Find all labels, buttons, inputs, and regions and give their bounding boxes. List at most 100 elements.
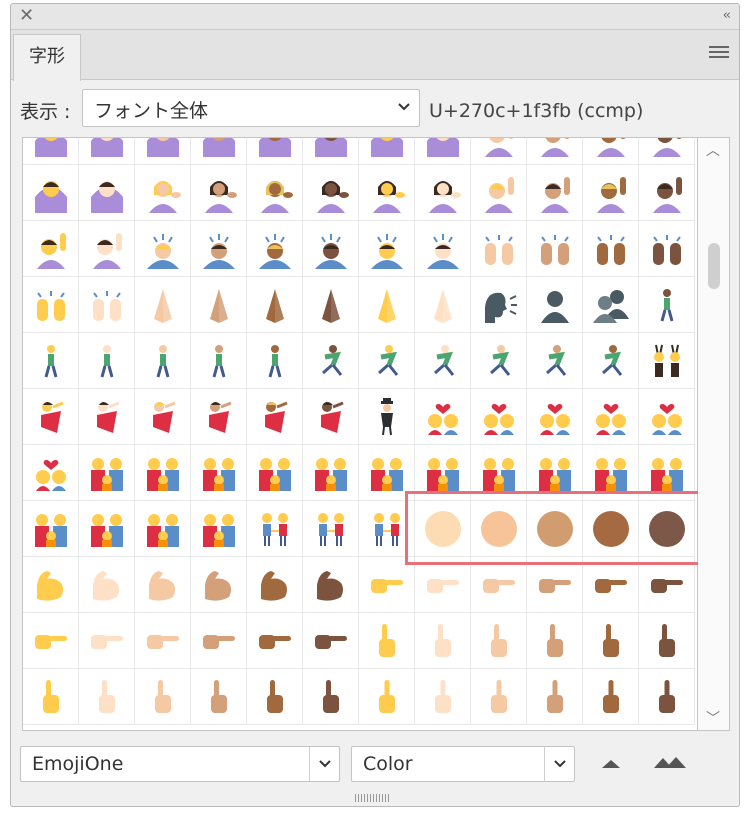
show-select[interactable]: フォント全体	[82, 89, 420, 127]
glyph-point-up[interactable]	[191, 669, 247, 725]
glyph-kiss-couple[interactable]	[23, 445, 79, 501]
glyph-walker[interactable]	[191, 333, 247, 389]
glyph-family[interactable]	[79, 445, 135, 501]
glyph-point-up[interactable]	[135, 669, 191, 725]
zoom-in-icon[interactable]	[653, 755, 687, 769]
glyph-family[interactable]	[23, 501, 79, 557]
glyph-point-right[interactable]	[191, 613, 247, 669]
glyph-raise-hand[interactable]	[23, 221, 79, 277]
glyph-point-right[interactable]	[79, 613, 135, 669]
glyph-dancer[interactable]	[303, 389, 359, 445]
glyph-point-up[interactable]	[79, 669, 135, 725]
glyph-point-up[interactable]	[303, 669, 359, 725]
glyph-holding-hands[interactable]	[303, 501, 359, 557]
glyph-raise-hand[interactable]	[583, 165, 639, 221]
glyph-dancer[interactable]	[135, 389, 191, 445]
glyph-walker[interactable]	[639, 277, 695, 333]
glyph-tipping-hand[interactable]	[303, 165, 359, 221]
glyph-tipping-hand[interactable]	[191, 165, 247, 221]
glyph-gesture-ok[interactable]	[303, 138, 359, 165]
glyph-point-up[interactable]	[359, 613, 415, 669]
glyph-walker[interactable]	[23, 333, 79, 389]
glyph-bow[interactable]	[135, 221, 191, 277]
glyph-woman-purple[interactable]	[79, 138, 135, 165]
glyph-point-right[interactable]	[359, 557, 415, 613]
glyph-runner[interactable]	[359, 333, 415, 389]
glyph-raise-hand[interactable]	[639, 138, 695, 165]
glyph-point-right[interactable]	[583, 557, 639, 613]
glyph-point-right[interactable]	[527, 557, 583, 613]
glyph-point-up[interactable]	[247, 669, 303, 725]
tab-glyphs[interactable]: 字形	[13, 34, 81, 81]
glyph-bow[interactable]	[191, 221, 247, 277]
glyph-bunnies[interactable]	[639, 333, 695, 389]
glyph-kiss-couple[interactable]	[415, 389, 471, 445]
glyph-point-up[interactable]	[23, 669, 79, 725]
glyph-point-up[interactable]	[471, 613, 527, 669]
glyph-raised-hands[interactable]	[23, 277, 79, 333]
glyph-raise-hand[interactable]	[471, 165, 527, 221]
glyph-point-up[interactable]	[415, 613, 471, 669]
glyph-kiss-couple[interactable]	[527, 389, 583, 445]
glyph-middle-finger[interactable]	[415, 669, 471, 725]
close-icon[interactable]: ✕	[19, 6, 34, 26]
glyph-raised-hands[interactable]	[639, 221, 695, 277]
panel-menu-icon[interactable]	[709, 46, 729, 60]
glyph-point-up[interactable]	[527, 613, 583, 669]
glyph-walker[interactable]	[79, 333, 135, 389]
glyph-family[interactable]	[247, 445, 303, 501]
glyph-point-right[interactable]	[247, 613, 303, 669]
scroll-up-icon[interactable]: ︿	[706, 140, 720, 160]
style-select[interactable]: Color	[351, 746, 575, 782]
glyph-middle-finger[interactable]	[359, 669, 415, 725]
glyph-family[interactable]	[191, 445, 247, 501]
glyph-runner[interactable]	[471, 333, 527, 389]
glyph-runner[interactable]	[303, 333, 359, 389]
glyph-levitate[interactable]	[359, 389, 415, 445]
glyph-raise-hand[interactable]	[527, 138, 583, 165]
glyph-bow[interactable]	[247, 221, 303, 277]
glyph-point-right[interactable]	[303, 613, 359, 669]
glyph-gesture-ok[interactable]	[359, 138, 415, 165]
glyph-pray[interactable]	[135, 277, 191, 333]
glyph-bicep[interactable]	[191, 557, 247, 613]
glyph-raised-hands[interactable]	[471, 221, 527, 277]
scroll-down-icon[interactable]: ﹀	[706, 708, 720, 728]
glyph-holding-hands[interactable]	[247, 501, 303, 557]
glyph-kiss-couple[interactable]	[583, 389, 639, 445]
glyph-tipping-hand[interactable]	[135, 165, 191, 221]
glyph-pray[interactable]	[359, 277, 415, 333]
glyph-point-right[interactable]	[135, 613, 191, 669]
scroll-thumb[interactable]	[708, 243, 720, 289]
glyph-walker[interactable]	[247, 333, 303, 389]
glyph-dancer[interactable]	[191, 389, 247, 445]
glyph-family[interactable]	[79, 501, 135, 557]
glyph-dancer[interactable]	[23, 389, 79, 445]
glyph-dancer[interactable]	[79, 389, 135, 445]
glyph-speaking-head[interactable]	[471, 277, 527, 333]
glyph-middle-finger[interactable]	[639, 669, 695, 725]
resize-grip[interactable]	[355, 794, 391, 802]
glyph-kiss-couple[interactable]	[471, 389, 527, 445]
glyph-pray[interactable]	[415, 277, 471, 333]
glyph-family[interactable]	[191, 501, 247, 557]
glyph-raised-hands[interactable]	[527, 221, 583, 277]
glyph-grid[interactable]	[22, 137, 698, 731]
glyph-bow[interactable]	[359, 221, 415, 277]
glyph-point-up[interactable]	[639, 613, 695, 669]
glyph-pray[interactable]	[303, 277, 359, 333]
glyph-point-up[interactable]	[583, 613, 639, 669]
glyph-raise-hand[interactable]	[639, 165, 695, 221]
glyph-tipping-hand[interactable]	[247, 165, 303, 221]
zoom-out-icon[interactable]	[600, 757, 622, 769]
glyph-gesture-ok[interactable]	[415, 138, 471, 165]
glyph-silhouettes[interactable]	[583, 277, 639, 333]
collapse-icon[interactable]: ‹‹	[723, 7, 732, 25]
glyph-gesture-ok[interactable]	[135, 138, 191, 165]
glyph-scrollbar[interactable]: ︿ ﹀	[698, 137, 730, 731]
glyph-runner[interactable]	[415, 333, 471, 389]
glyph-family[interactable]	[135, 501, 191, 557]
glyph-point-right[interactable]	[639, 557, 695, 613]
glyph-raise-hand[interactable]	[471, 138, 527, 165]
glyph-middle-finger[interactable]	[527, 669, 583, 725]
